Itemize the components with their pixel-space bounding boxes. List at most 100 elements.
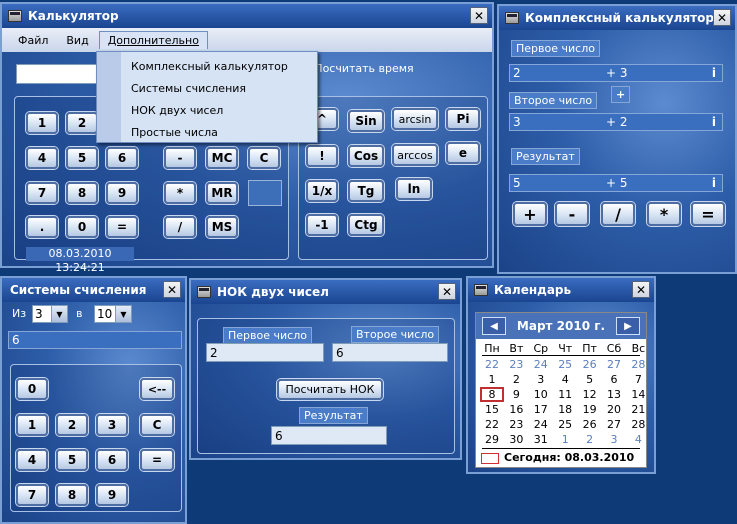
- count-time-button[interactable]: Посчитать время: [312, 56, 416, 80]
- day-cell[interactable]: 15: [480, 402, 504, 417]
- key-pi[interactable]: Pi: [446, 108, 480, 130]
- day-cell[interactable]: 24: [529, 357, 553, 372]
- second-number-field[interactable]: 6: [332, 343, 448, 362]
- key-6[interactable]: 6: [96, 449, 128, 471]
- key-arcsin[interactable]: arcsin: [392, 108, 438, 130]
- key-reciprocal[interactable]: 1/x: [306, 180, 338, 202]
- calendar-titlebar[interactable]: Календарь ✕: [468, 278, 654, 302]
- menu-item-complex[interactable]: Комплексный калькулятор: [131, 60, 288, 73]
- key-0[interactable]: 0: [16, 378, 48, 400]
- day-cell[interactable]: 12: [578, 387, 602, 402]
- key-cos[interactable]: Cos: [348, 145, 384, 167]
- key-ms[interactable]: MS: [206, 216, 238, 238]
- key-negate[interactable]: -1: [306, 214, 338, 236]
- key-e[interactable]: e: [446, 142, 480, 164]
- menu-item-primes[interactable]: Простые числа: [131, 126, 218, 139]
- day-cell[interactable]: 10: [529, 387, 553, 402]
- key-7[interactable]: 7: [26, 182, 58, 204]
- first-number-field[interactable]: 2 + 3 i: [509, 64, 723, 82]
- lcm-titlebar[interactable]: НОК двух чисел ✕: [191, 280, 460, 304]
- key-9[interactable]: 9: [96, 484, 128, 506]
- first-number-field[interactable]: 2: [206, 343, 324, 362]
- complex-equals-button[interactable]: =: [691, 202, 725, 226]
- key-8[interactable]: 8: [56, 484, 88, 506]
- next-month-icon[interactable]: ▶: [616, 317, 640, 335]
- day-cell[interactable]: 23: [504, 357, 528, 372]
- menu-extra[interactable]: Дополнительно: [98, 31, 208, 49]
- day-cell[interactable]: 26: [578, 417, 602, 432]
- day-cell[interactable]: 2: [504, 372, 528, 387]
- key-dot[interactable]: .: [26, 216, 58, 238]
- key-equals[interactable]: =: [106, 216, 138, 238]
- day-cell[interactable]: 27: [602, 357, 626, 372]
- day-cell[interactable]: 1: [553, 432, 577, 447]
- day-cell[interactable]: 20: [602, 402, 626, 417]
- key-factorial[interactable]: !: [306, 145, 338, 167]
- day-cell[interactable]: 17: [529, 402, 553, 417]
- key-backspace[interactable]: <--: [140, 378, 174, 400]
- chevron-down-icon[interactable]: ▼: [51, 306, 67, 322]
- menu-view[interactable]: Вид: [58, 32, 96, 49]
- day-cell[interactable]: 29: [480, 432, 504, 447]
- day-cell[interactable]: 25: [553, 417, 577, 432]
- key-multiply[interactable]: *: [164, 182, 196, 204]
- day-cell[interactable]: 22: [480, 417, 504, 432]
- key-tg[interactable]: Tg: [348, 180, 384, 202]
- day-cell[interactable]: 25: [553, 357, 577, 372]
- day-cell[interactable]: 4: [626, 432, 650, 447]
- key-sin[interactable]: Sin: [348, 110, 384, 132]
- calculator-titlebar[interactable]: Калькулятор ✕: [2, 4, 492, 28]
- chevron-down-icon[interactable]: ▼: [115, 306, 131, 322]
- close-icon[interactable]: ✕: [163, 281, 181, 298]
- key-1[interactable]: 1: [26, 112, 58, 134]
- key-divide[interactable]: /: [164, 216, 196, 238]
- day-cell[interactable]: 14: [626, 387, 650, 402]
- count-lcm-button[interactable]: Посчитать НОК: [277, 379, 383, 400]
- key-arccos[interactable]: arccos: [392, 144, 438, 166]
- day-cell[interactable]: 28: [626, 357, 650, 372]
- day-cell[interactable]: 6: [602, 372, 626, 387]
- key-4[interactable]: 4: [16, 449, 48, 471]
- day-cell[interactable]: 31: [529, 432, 553, 447]
- key-5[interactable]: 5: [66, 147, 98, 169]
- complex-div-button[interactable]: /: [601, 202, 635, 226]
- menu-item-lcm[interactable]: НОК двух чисел: [131, 104, 223, 117]
- prev-month-icon[interactable]: ◀: [482, 317, 506, 335]
- close-icon[interactable]: ✕: [632, 281, 650, 298]
- day-cell[interactable]: 24: [529, 417, 553, 432]
- key-0[interactable]: 0: [66, 216, 98, 238]
- key-7[interactable]: 7: [16, 484, 48, 506]
- menu-item-numsys[interactable]: Системы счисления: [131, 82, 246, 95]
- key-ln[interactable]: ln: [396, 178, 432, 200]
- numsys-value-field[interactable]: 6: [8, 331, 182, 349]
- key-ctg[interactable]: Ctg: [348, 214, 384, 236]
- close-icon[interactable]: ✕: [438, 283, 456, 300]
- day-cell[interactable]: 11: [553, 387, 577, 402]
- close-icon[interactable]: ✕: [470, 7, 488, 24]
- key-9[interactable]: 9: [106, 182, 138, 204]
- key-1[interactable]: 1: [16, 414, 48, 436]
- day-cell[interactable]: 16: [504, 402, 528, 417]
- to-base-select[interactable]: 10 ▼: [94, 305, 132, 323]
- key-mr[interactable]: MR: [206, 182, 238, 204]
- day-cell[interactable]: 1: [480, 372, 504, 387]
- day-cell[interactable]: 21: [626, 402, 650, 417]
- key-5[interactable]: 5: [56, 449, 88, 471]
- complex-sub-button[interactable]: -: [555, 202, 589, 226]
- key-clear[interactable]: C: [248, 147, 280, 169]
- day-cell[interactable]: 28: [626, 417, 650, 432]
- day-cell[interactable]: 3: [529, 372, 553, 387]
- day-cell[interactable]: 7: [626, 372, 650, 387]
- calc-display[interactable]: [16, 64, 100, 84]
- close-icon[interactable]: ✕: [713, 9, 731, 26]
- day-cell[interactable]: 26: [578, 357, 602, 372]
- day-cell[interactable]: 22: [480, 357, 504, 372]
- day-cell[interactable]: 18: [553, 402, 577, 417]
- key-minus[interactable]: -: [164, 147, 196, 169]
- day-cell[interactable]: 30: [504, 432, 528, 447]
- key-clear[interactable]: C: [140, 414, 174, 436]
- complex-mul-button[interactable]: *: [647, 202, 681, 226]
- key-mc[interactable]: MC: [206, 147, 238, 169]
- key-4[interactable]: 4: [26, 147, 58, 169]
- key-equals[interactable]: =: [140, 449, 174, 471]
